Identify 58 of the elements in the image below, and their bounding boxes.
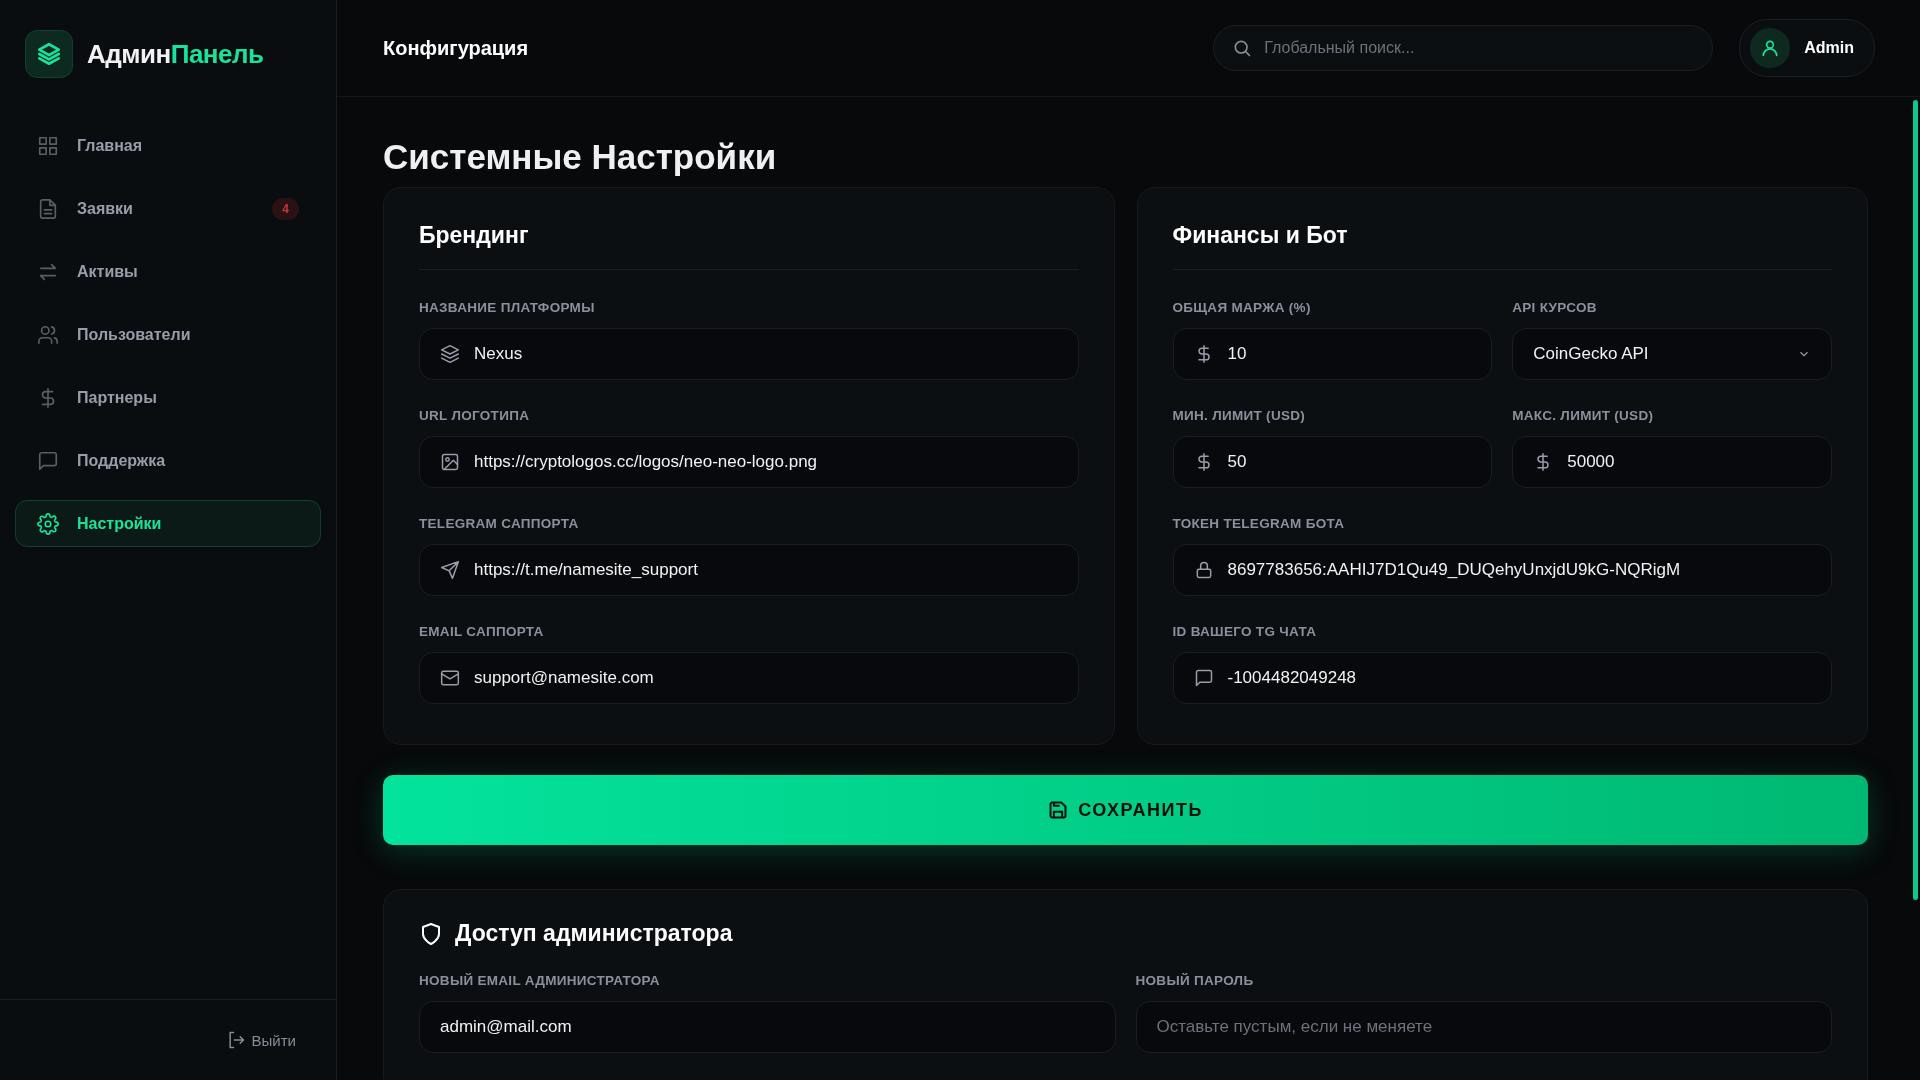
field-label: НОВЫЙ EMAIL АДМИНИСТРАТОРА [419, 973, 661, 988]
user-icon [1750, 28, 1791, 68]
field-label: TELEGRAM САППОРТА [419, 516, 580, 531]
card-title: Финансы и Бот [1172, 188, 1832, 270]
input-field[interactable]: support@namesite.com [419, 652, 1079, 704]
input-field[interactable]: -1004482049248 [1172, 652, 1832, 704]
input-field[interactable]: https://cryptologos.cc/logos/neo-neo-logo.png [419, 436, 1079, 488]
card-title: Доступ администратора [455, 920, 733, 947]
shield-icon [419, 921, 443, 946]
app-title: АдминПанель [87, 38, 264, 70]
page-title: Системные Настройки [383, 137, 778, 177]
document-icon [37, 197, 59, 220]
count-badge: 4 [272, 197, 299, 220]
field-label: EMAIL САППОРТА [419, 624, 545, 639]
save-icon [1048, 800, 1069, 820]
image-icon [440, 452, 460, 472]
input-field[interactable]: 10 [1172, 328, 1493, 380]
input-field[interactable]: Оставьте пустым, если не меняете [1135, 1001, 1832, 1053]
input-field[interactable]: admin@mail.com [419, 1001, 1116, 1053]
logout-link[interactable]: Выйти [225, 1030, 296, 1050]
header-title: Конфигурация [383, 36, 530, 60]
input-field[interactable]: https://t.me/namesite_support [419, 544, 1079, 596]
nav-item[interactable]: Партнеры [15, 374, 321, 421]
logo-icon [25, 30, 73, 78]
field-label: МИН. ЛИМИТ (USD) [1172, 408, 1307, 423]
field-label: ID ВАШЕГО TG ЧАТА [1172, 624, 1318, 639]
field-label: URL ЛОГОТИПА [419, 408, 531, 423]
scrollbar-thumb[interactable] [1913, 100, 1918, 900]
chat-icon [1193, 668, 1214, 688]
layers-icon [440, 344, 460, 364]
field-label: ТОКЕН TELEGRAM БОТА [1172, 516, 1346, 531]
chat-icon [37, 449, 59, 472]
nav-item[interactable]: Поддержка [15, 437, 321, 484]
field-label: МАКС. ЛИМИТ (USD) [1512, 408, 1655, 423]
field-label: НАЗВАНИЕ ПЛАТФОРМЫ [419, 300, 596, 315]
field-label: ОБЩАЯ МАРЖА (%) [1172, 300, 1312, 315]
user-menu[interactable]: Admin [1739, 19, 1875, 77]
search-icon [1232, 38, 1253, 58]
field-label: API КУРСОВ [1512, 300, 1598, 315]
select-field[interactable]: CoinGecko API [1512, 328, 1832, 380]
input-field[interactable]: 8697783656:AAHIJ7D1Qu49_DUQehyUnxjdU9kG-NQRigM [1172, 544, 1832, 596]
search-field[interactable]: Глобальный поиск... [1213, 25, 1714, 71]
field-label: НОВЫЙ ПАРОЛЬ [1135, 973, 1255, 988]
input-field[interactable]: 50000 [1512, 436, 1832, 488]
nav-item[interactable]: Пользователи [15, 311, 321, 358]
settings-icon [37, 512, 59, 535]
save-button[interactable]: СОХРАНИТЬ [383, 775, 1868, 845]
paper-plane-icon [440, 560, 460, 580]
input-field[interactable]: 50 [1172, 436, 1493, 488]
card-title: Брендинг [419, 188, 1079, 270]
nav-item[interactable]: Главная [15, 122, 321, 169]
nav-item[interactable]: Активы [15, 248, 321, 295]
users-icon [37, 323, 59, 346]
mail-icon [440, 668, 460, 688]
input-field[interactable]: Nexus [419, 328, 1079, 380]
nav-item[interactable]: Настройки [15, 500, 321, 547]
grid-icon [37, 134, 59, 157]
nav-item[interactable]: Заявки 4 [15, 185, 321, 232]
